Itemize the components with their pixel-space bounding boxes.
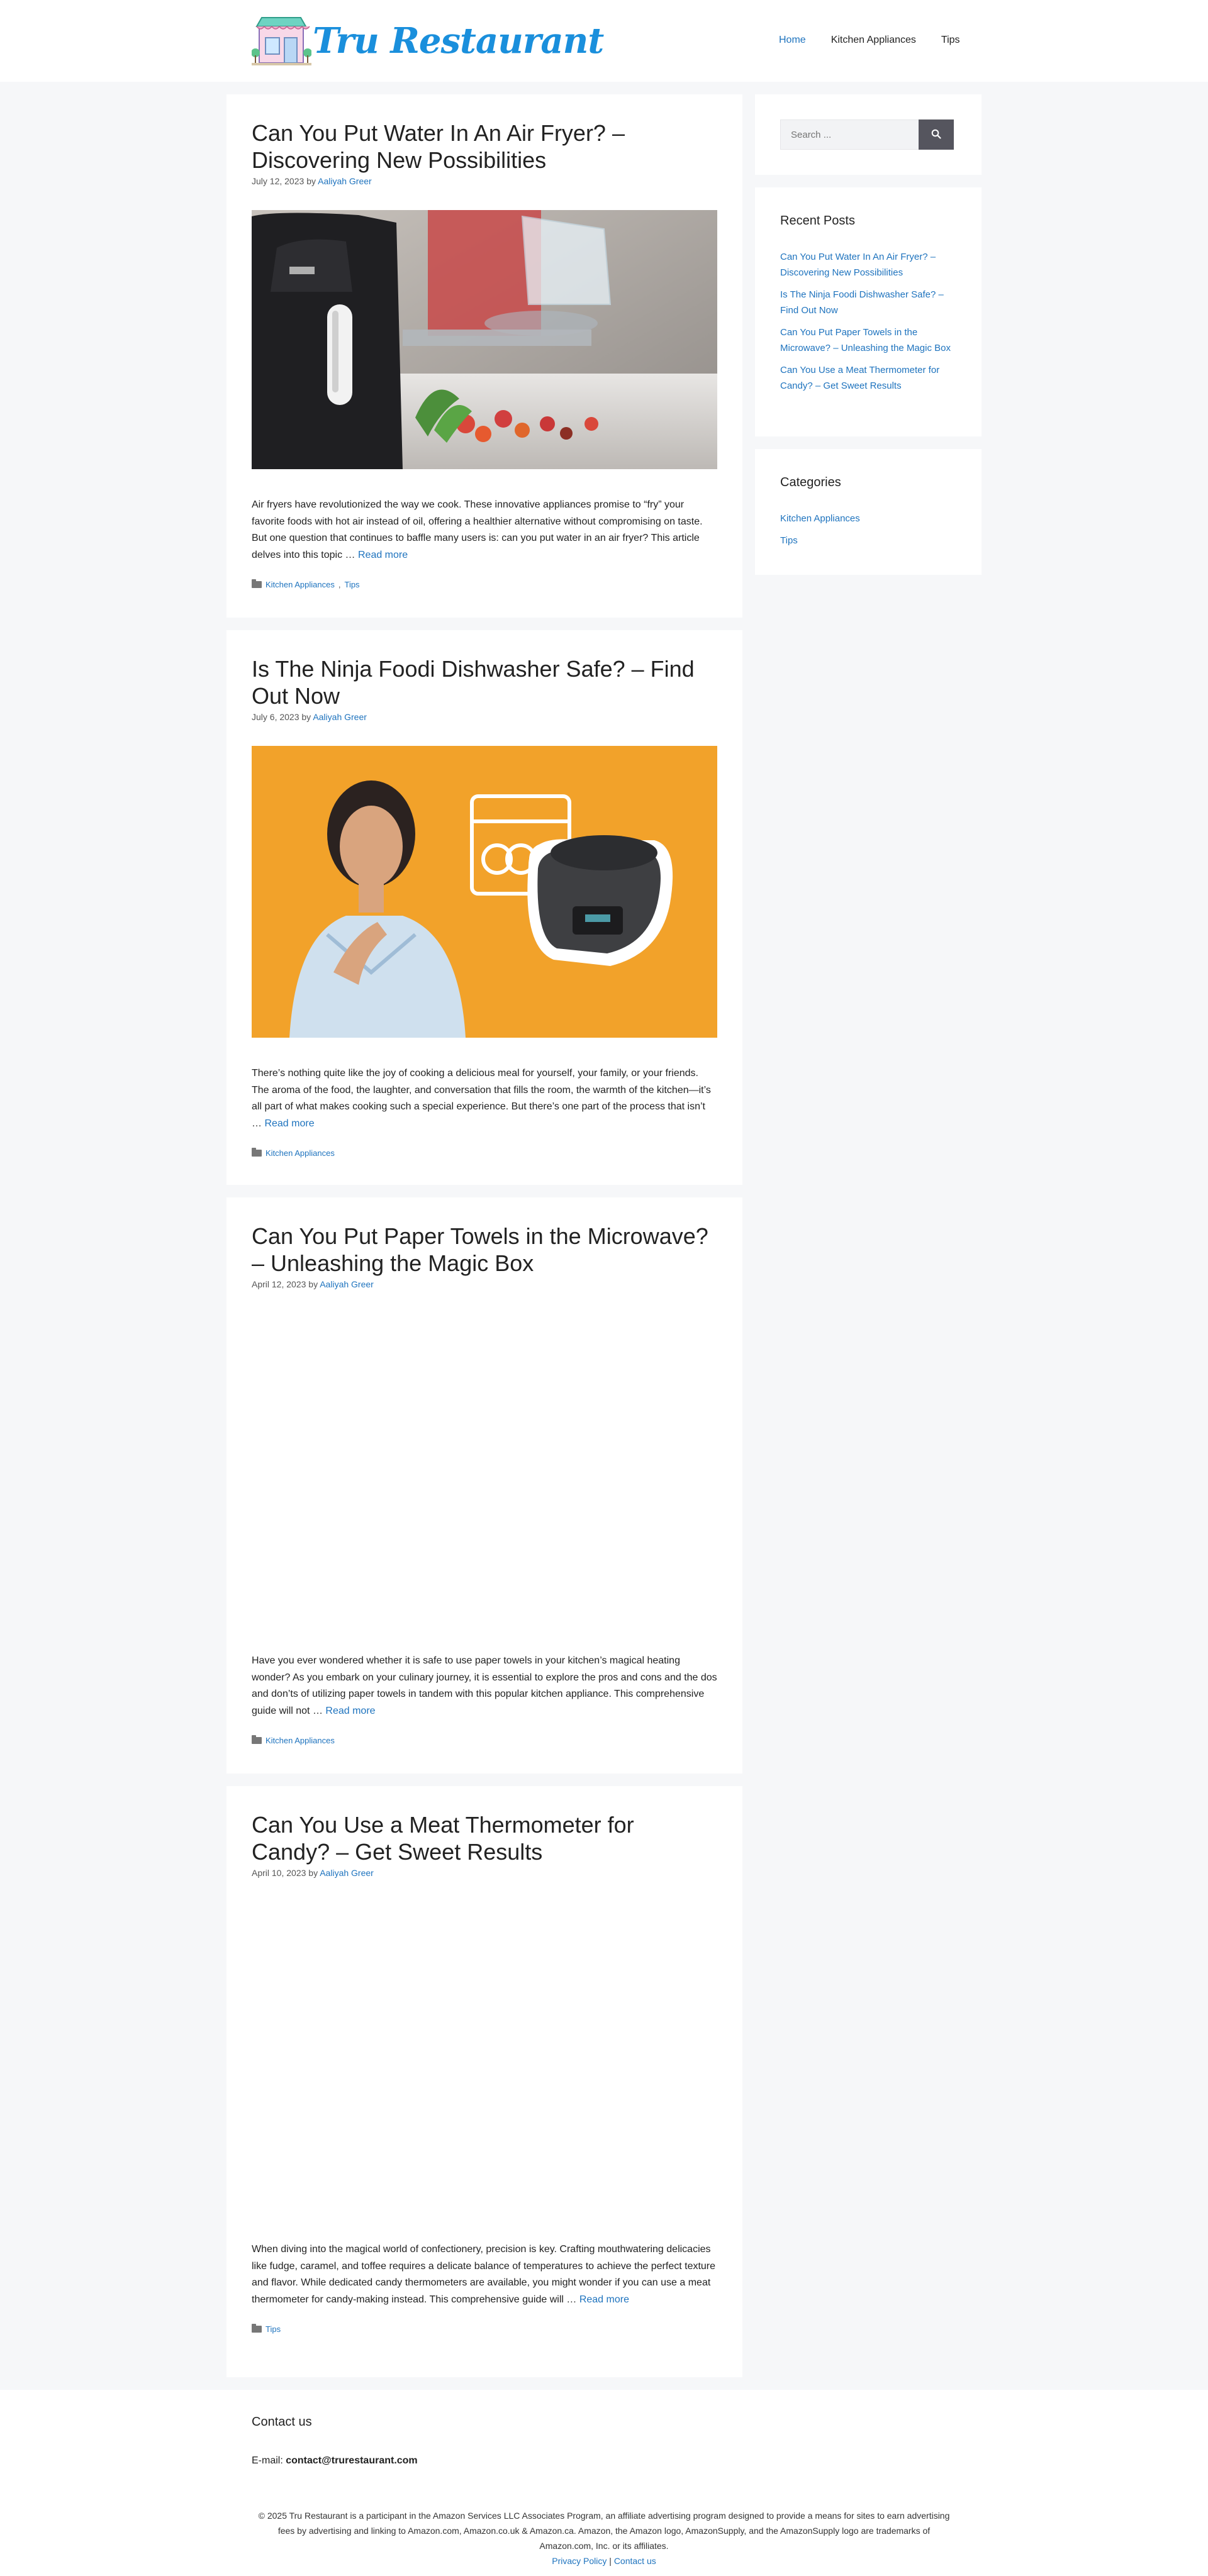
post-meta: April 10, 2023 by Aaliyah Greer: [252, 1868, 717, 1878]
nav-home[interactable]: Home: [766, 33, 819, 48]
read-more-link[interactable]: Read more: [358, 550, 408, 560]
read-more-link[interactable]: Read more: [264, 1118, 314, 1129]
list-item: Can You Put Paper Towels in the Microwav…: [780, 325, 956, 356]
list-item: Can You Use a Meat Thermometer for Candy…: [780, 362, 956, 394]
folder-icon: [252, 1148, 262, 1157]
post-meta: April 12, 2023 by Aaliyah Greer: [252, 1279, 717, 1289]
post-categories: Kitchen Appliances: [252, 1735, 717, 1745]
post-card: Can You Put Water In An Air Fryer? – Dis…: [226, 94, 742, 618]
post-date: April 10, 2023: [252, 1868, 306, 1878]
folder-icon: [252, 2324, 262, 2333]
post-meta: July 6, 2023 by Aaliyah Greer: [252, 712, 717, 722]
email-address[interactable]: contact@trurestaurant.com: [286, 2455, 417, 2466]
recent-posts-list: Can You Put Water In An Air Fryer? – Dis…: [780, 249, 956, 400]
post-excerpt: There’s nothing quite like the joy of co…: [252, 1065, 717, 1132]
post-by: by: [308, 1279, 318, 1289]
recent-post-link[interactable]: Can You Put Water In An Air Fryer? – Dis…: [780, 252, 936, 278]
search-icon: [931, 129, 941, 141]
post-featured-image-placeholder: [252, 1902, 717, 2214]
contact-us-link[interactable]: Contact us: [614, 2556, 656, 2566]
recent-post-link[interactable]: Can You Put Paper Towels in the Microwav…: [780, 327, 951, 353]
categories-list: Kitchen Appliances Tips: [780, 511, 956, 555]
list-item: Is The Ninja Foodi Dishwasher Safe? – Fi…: [780, 287, 956, 318]
widget-title: Recent Posts: [780, 214, 855, 228]
post-by: by: [301, 712, 311, 722]
contact-section: Contact us E-mail: contact@trurestaurant…: [0, 2390, 1208, 2490]
post-title[interactable]: Is The Ninja Foodi Dishwasher Safe? – Fi…: [252, 655, 717, 709]
category-link[interactable]: Tips: [344, 580, 359, 589]
email-label: E-mail:: [252, 2455, 283, 2466]
post-card: Can You Use a Meat Thermometer for Candy…: [226, 1786, 742, 2377]
post-excerpt: Air fryers have revolutionized the way w…: [252, 497, 717, 564]
nav-kitchen-appliances[interactable]: Kitchen Appliances: [819, 33, 929, 48]
category-link[interactable]: Tips: [780, 535, 798, 546]
post-excerpt: When diving into the magical world of co…: [252, 2241, 717, 2308]
restaurant-storefront-icon: [251, 14, 312, 68]
site-footer: © 2025 Tru Restaurant is a participant i…: [0, 2490, 1208, 2576]
search-input[interactable]: [780, 119, 919, 150]
post-featured-image[interactable]: [252, 210, 717, 469]
category-link[interactable]: Kitchen Appliances: [266, 580, 335, 589]
category-link[interactable]: Tips: [266, 2324, 281, 2334]
primary-nav: Home Kitchen Appliances Tips: [766, 33, 973, 48]
read-more-link[interactable]: Read more: [579, 2294, 629, 2305]
widget-title: Categories: [780, 475, 841, 489]
post-excerpt: Have you ever wondered whether it is saf…: [252, 1653, 717, 1719]
copyright-text: © 2025 Tru Restaurant is a participant i…: [252, 2508, 956, 2568]
post-author-link[interactable]: Aaliyah Greer: [320, 1868, 374, 1878]
post-author-link[interactable]: Aaliyah Greer: [320, 1279, 374, 1289]
nav-tips[interactable]: Tips: [929, 33, 973, 48]
post-excerpt-text: There’s nothing quite like the joy of co…: [252, 1068, 711, 1129]
post-date: July 6, 2023: [252, 712, 299, 722]
site-title: Tru Restaurant: [313, 20, 604, 62]
post-card: Can You Put Paper Towels in the Microwav…: [226, 1197, 742, 1774]
copyright-notice: © 2025 Tru Restaurant is a participant i…: [258, 2511, 950, 2551]
footer-separator: |: [609, 2556, 612, 2566]
search-widget: [755, 94, 982, 175]
post-featured-image[interactable]: [252, 746, 717, 1038]
recent-post-link[interactable]: Is The Ninja Foodi Dishwasher Safe? – Fi…: [780, 289, 944, 316]
folder-icon: [252, 1735, 262, 1744]
list-item: Can You Put Water In An Air Fryer? – Dis…: [780, 249, 956, 280]
list-item: Kitchen Appliances: [780, 511, 956, 526]
post-excerpt-text: Have you ever wondered whether it is saf…: [252, 1655, 717, 1716]
post-author-link[interactable]: Aaliyah Greer: [318, 176, 372, 186]
category-link[interactable]: Kitchen Appliances: [266, 1736, 335, 1745]
post-by: by: [308, 1868, 318, 1878]
post-title[interactable]: Can You Use a Meat Thermometer for Candy…: [252, 1811, 717, 1865]
post-title[interactable]: Can You Put Water In An Air Fryer? – Dis…: [252, 119, 717, 174]
site-logo[interactable]: Tru Restaurant: [251, 14, 604, 68]
post-categories: Tips: [252, 2324, 717, 2334]
post-date: July 12, 2023: [252, 176, 305, 186]
list-item: Tips: [780, 533, 956, 548]
post-featured-image-placeholder: [252, 1313, 717, 1625]
post-author-link[interactable]: Aaliyah Greer: [313, 712, 367, 722]
search-form: [780, 119, 954, 150]
post-categories: Kitchen Appliances: [252, 1148, 717, 1158]
privacy-policy-link[interactable]: Privacy Policy: [552, 2556, 607, 2566]
post-card: Is The Ninja Foodi Dishwasher Safe? – Fi…: [226, 630, 742, 1185]
site-header: Tru Restaurant Home Kitchen Appliances T…: [0, 0, 1208, 82]
recent-posts-widget: Recent Posts Can You Put Water In An Air…: [755, 187, 982, 436]
post-title[interactable]: Can You Put Paper Towels in the Microwav…: [252, 1223, 717, 1277]
post-excerpt-text: When diving into the magical world of co…: [252, 2244, 716, 2305]
post-categories: Kitchen Appliances, Tips: [252, 579, 717, 589]
folder-icon: [252, 579, 262, 588]
post-excerpt-text: Air fryers have revolutionized the way w…: [252, 499, 703, 560]
contact-title: Contact us: [252, 2415, 312, 2429]
contact-email: E-mail: contact@trurestaurant.com: [252, 2455, 418, 2467]
category-link[interactable]: Kitchen Appliances: [780, 513, 860, 524]
post-meta: July 12, 2023 by Aaliyah Greer: [252, 176, 717, 186]
category-link[interactable]: Kitchen Appliances: [266, 1148, 335, 1158]
recent-post-link[interactable]: Can You Use a Meat Thermometer for Candy…: [780, 365, 939, 391]
search-button[interactable]: [919, 119, 954, 150]
post-date: April 12, 2023: [252, 1279, 306, 1289]
post-by: by: [306, 176, 316, 186]
categories-widget: Categories Kitchen Appliances Tips: [755, 449, 982, 575]
read-more-link[interactable]: Read more: [325, 1706, 375, 1716]
